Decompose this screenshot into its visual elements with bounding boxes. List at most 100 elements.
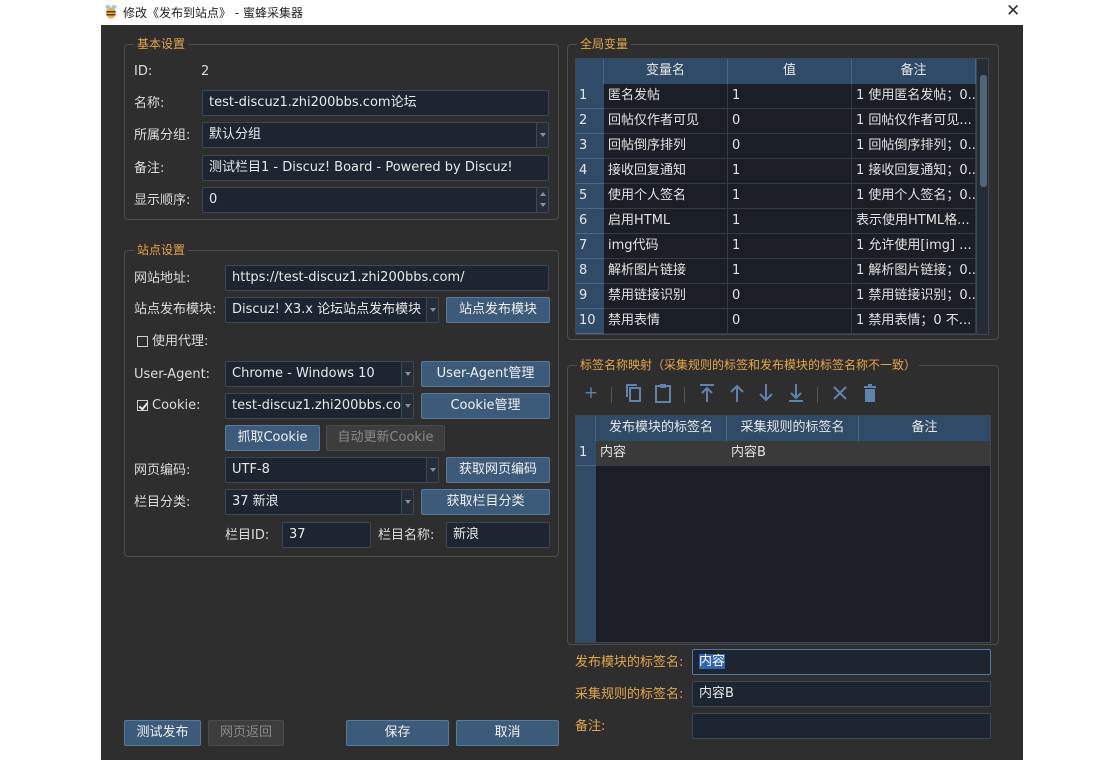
variable-note-cell[interactable]: 表示使用HTML格... bbox=[852, 209, 976, 234]
category-name-label: 栏目名称: bbox=[378, 528, 435, 543]
category-select[interactable]: 37 新浪 bbox=[225, 489, 414, 515]
variable-note-cell[interactable]: 1 使用个人签名；0... bbox=[852, 184, 976, 209]
move-up-icon[interactable] bbox=[728, 383, 746, 403]
encoding-select[interactable]: UTF-8 bbox=[225, 457, 439, 483]
grab-cookie-button[interactable]: 抓取Cookie bbox=[225, 425, 320, 451]
variable-value-cell[interactable]: 0 bbox=[728, 284, 852, 309]
row-number[interactable]: 6 bbox=[576, 209, 604, 234]
ua-select[interactable]: Chrome - Windows 10 bbox=[225, 361, 414, 387]
variable-value-cell[interactable]: 0 bbox=[728, 109, 852, 134]
module-tag-label: 发布模块的标签名: bbox=[575, 655, 684, 670]
chevron-down-icon[interactable] bbox=[401, 490, 413, 514]
variable-note-cell[interactable]: 1 回帖仅作者可见... bbox=[852, 109, 976, 134]
row-number[interactable]: 8 bbox=[576, 259, 604, 284]
row-number[interactable]: 2 bbox=[576, 109, 604, 134]
variable-name-cell[interactable]: 使用个人签名 bbox=[604, 184, 728, 209]
category-name-input[interactable]: 新浪 bbox=[446, 522, 550, 548]
group-label: 所属分组: bbox=[134, 128, 191, 143]
variable-name-cell[interactable]: img代码 bbox=[604, 234, 728, 259]
variable-name-cell[interactable]: 禁用表情 bbox=[604, 309, 728, 334]
variable-value-cell[interactable]: 1 bbox=[728, 259, 852, 284]
chevron-down-icon[interactable] bbox=[401, 394, 413, 418]
variable-name-cell[interactable]: 解析图片链接 bbox=[604, 259, 728, 284]
variable-note-cell[interactable]: 1 允许使用[img] ... bbox=[852, 234, 976, 259]
row-number[interactable]: 3 bbox=[576, 134, 604, 159]
proxy-checkbox[interactable] bbox=[137, 336, 148, 347]
chevron-down-icon[interactable] bbox=[536, 123, 548, 147]
module-select[interactable]: Discuz! X3.x 论坛站点发布模块 bbox=[225, 297, 439, 323]
rule-tag-cell[interactable]: 内容B bbox=[727, 441, 859, 466]
dialog-window: 基本设置 ID: 2 名称: test-discuz1.zhi200bbs.co… bbox=[101, 25, 1023, 760]
move-top-icon[interactable] bbox=[698, 383, 716, 403]
test-publish-button[interactable]: 测试发布 bbox=[124, 720, 201, 746]
variable-name-cell[interactable]: 接收回复通知 bbox=[604, 159, 728, 184]
variable-note-cell[interactable]: 1 使用匿名发帖；0... bbox=[852, 84, 976, 109]
id-value: 2 bbox=[201, 64, 210, 79]
name-input[interactable]: test-discuz1.zhi200bbs.com论坛 bbox=[202, 90, 549, 116]
order-spinbox[interactable]: 0 bbox=[202, 187, 549, 213]
row-number[interactable]: 1 bbox=[576, 441, 596, 466]
row-number[interactable]: 5 bbox=[576, 184, 604, 209]
add-icon[interactable]: + bbox=[581, 383, 601, 403]
paste-icon[interactable] bbox=[654, 383, 672, 403]
variable-name-cell[interactable]: 回帖仅作者可见 bbox=[604, 109, 728, 134]
ua-manage-button[interactable]: User-Agent管理 bbox=[421, 361, 550, 387]
note-label: 备注: bbox=[134, 161, 165, 176]
variable-name-cell[interactable]: 禁用链接识别 bbox=[604, 284, 728, 309]
delete-icon[interactable] bbox=[831, 383, 849, 403]
trash-icon[interactable] bbox=[861, 383, 879, 403]
group-select[interactable]: 默认分组 bbox=[202, 122, 549, 148]
cookie-select-value: test-discuz1.zhi200bbs.com bbox=[232, 398, 414, 413]
cookie-checkbox[interactable] bbox=[137, 400, 148, 411]
category-id-input[interactable]: 37 bbox=[282, 522, 371, 548]
cancel-button[interactable]: 取消 bbox=[456, 720, 559, 746]
url-input[interactable]: https://test-discuz1.zhi200bbs.com/ bbox=[225, 265, 549, 291]
site-settings-title: 站点设置 bbox=[134, 242, 189, 258]
variable-note-cell[interactable]: 1 禁用链接识别；0... bbox=[852, 284, 976, 309]
spin-arrows-icon[interactable] bbox=[536, 188, 548, 212]
variable-value-cell[interactable]: 1 bbox=[728, 234, 852, 259]
column-header: 备注 bbox=[859, 416, 990, 441]
variable-value-cell[interactable]: 0 bbox=[728, 134, 852, 159]
copy-icon[interactable] bbox=[625, 383, 643, 403]
variable-note-cell[interactable]: 1 禁用表情；0 不... bbox=[852, 309, 976, 334]
scroll-thumb[interactable] bbox=[980, 75, 987, 187]
auto-update-cookie-button[interactable]: 自动更新Cookie bbox=[326, 425, 445, 451]
get-category-button[interactable]: 获取栏目分类 bbox=[421, 489, 550, 515]
chevron-down-icon[interactable] bbox=[401, 362, 413, 386]
module-button[interactable]: 站点发布模块 bbox=[446, 297, 550, 323]
variable-value-cell[interactable]: 1 bbox=[728, 184, 852, 209]
variable-value-cell[interactable]: 1 bbox=[728, 209, 852, 234]
global-vars-scrollbar[interactable] bbox=[976, 59, 988, 334]
chevron-down-icon[interactable] bbox=[426, 458, 438, 482]
variable-note-cell[interactable]: 1 接收回复通知；0... bbox=[852, 159, 976, 184]
move-bottom-icon[interactable] bbox=[787, 383, 805, 403]
rule-tag-input[interactable]: 内容B bbox=[692, 681, 991, 707]
row-number[interactable]: 10 bbox=[576, 309, 604, 334]
cookie-manage-button[interactable]: Cookie管理 bbox=[421, 393, 550, 419]
row-number[interactable]: 1 bbox=[576, 84, 604, 109]
page-back-button[interactable]: 网页返回 bbox=[208, 720, 284, 746]
save-button[interactable]: 保存 bbox=[346, 720, 449, 746]
variable-note-cell[interactable]: 1 回帖倒序排列；0... bbox=[852, 134, 976, 159]
cookie-select[interactable]: test-discuz1.zhi200bbs.com bbox=[225, 393, 414, 419]
variable-name-cell[interactable]: 回帖倒序排列 bbox=[604, 134, 728, 159]
chevron-down-icon[interactable] bbox=[426, 298, 438, 322]
module-tag-cell[interactable]: 内容 bbox=[596, 441, 727, 466]
row-number[interactable]: 4 bbox=[576, 159, 604, 184]
variable-note-cell[interactable]: 1 解析图片链接；0... bbox=[852, 259, 976, 284]
close-icon[interactable]: ✕ bbox=[1006, 1, 1020, 21]
row-number[interactable]: 9 bbox=[576, 284, 604, 309]
variable-name-cell[interactable]: 启用HTML bbox=[604, 209, 728, 234]
get-encoding-button[interactable]: 获取网页编码 bbox=[446, 457, 550, 483]
variable-value-cell[interactable]: 1 bbox=[728, 159, 852, 184]
variable-name-cell[interactable]: 匿名发帖 bbox=[604, 84, 728, 109]
mapping-note-cell[interactable] bbox=[859, 441, 990, 466]
variable-value-cell[interactable]: 0 bbox=[728, 309, 852, 334]
row-number[interactable]: 7 bbox=[576, 234, 604, 259]
note-input[interactable]: 测试栏目1 - Discuz! Board - Powered by Discu… bbox=[202, 155, 549, 181]
variable-value-cell[interactable]: 1 bbox=[728, 84, 852, 109]
move-down-icon[interactable] bbox=[757, 383, 775, 403]
mapping-note-input[interactable] bbox=[692, 713, 991, 739]
module-tag-input[interactable]: 内容 bbox=[692, 649, 991, 675]
